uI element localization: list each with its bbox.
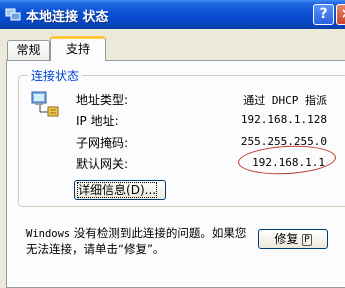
status-message: Windows 没有检测到此连接的问题。如果您无法连接，请单击“修复”。 (26, 226, 256, 257)
repair-button[interactable]: 修复 P (258, 229, 328, 249)
default-gateway-label: 默认网关: (76, 157, 129, 171)
details-button-suffix: ... (144, 183, 157, 197)
address-type-label: 地址类型: (76, 93, 129, 107)
details-button-label: 详细信息 (78, 183, 127, 197)
repair-accesskey: P (302, 234, 312, 246)
network-computer-icon (31, 91, 59, 117)
address-type-value: 通过 DHCP 指派 (243, 94, 327, 107)
ip-address-value: 192.168.1.128 (240, 113, 327, 126)
status-message-prefix: Windows (26, 228, 71, 240)
network-connection-icon (5, 8, 21, 21)
window-title: 本地连接 状态 (26, 10, 109, 25)
tab-general[interactable]: 常规 (7, 40, 50, 60)
subnet-mask-label: 子网掩码: (76, 136, 129, 150)
details-button[interactable]: 详细信息(D)... (74, 180, 166, 200)
connection-status-label: 连接状态 (28, 67, 83, 84)
title-bar[interactable]: 本地连接 状态 ? × (0, 0, 345, 29)
ip-address-label: IP 地址: (76, 114, 119, 128)
close-button[interactable]: × (336, 4, 345, 25)
repair-button-label: 修复 (274, 232, 299, 246)
details-accesskey: D (130, 183, 140, 197)
help-button[interactable]: ? (313, 4, 334, 25)
tab-support[interactable]: 支持 (50, 36, 106, 61)
